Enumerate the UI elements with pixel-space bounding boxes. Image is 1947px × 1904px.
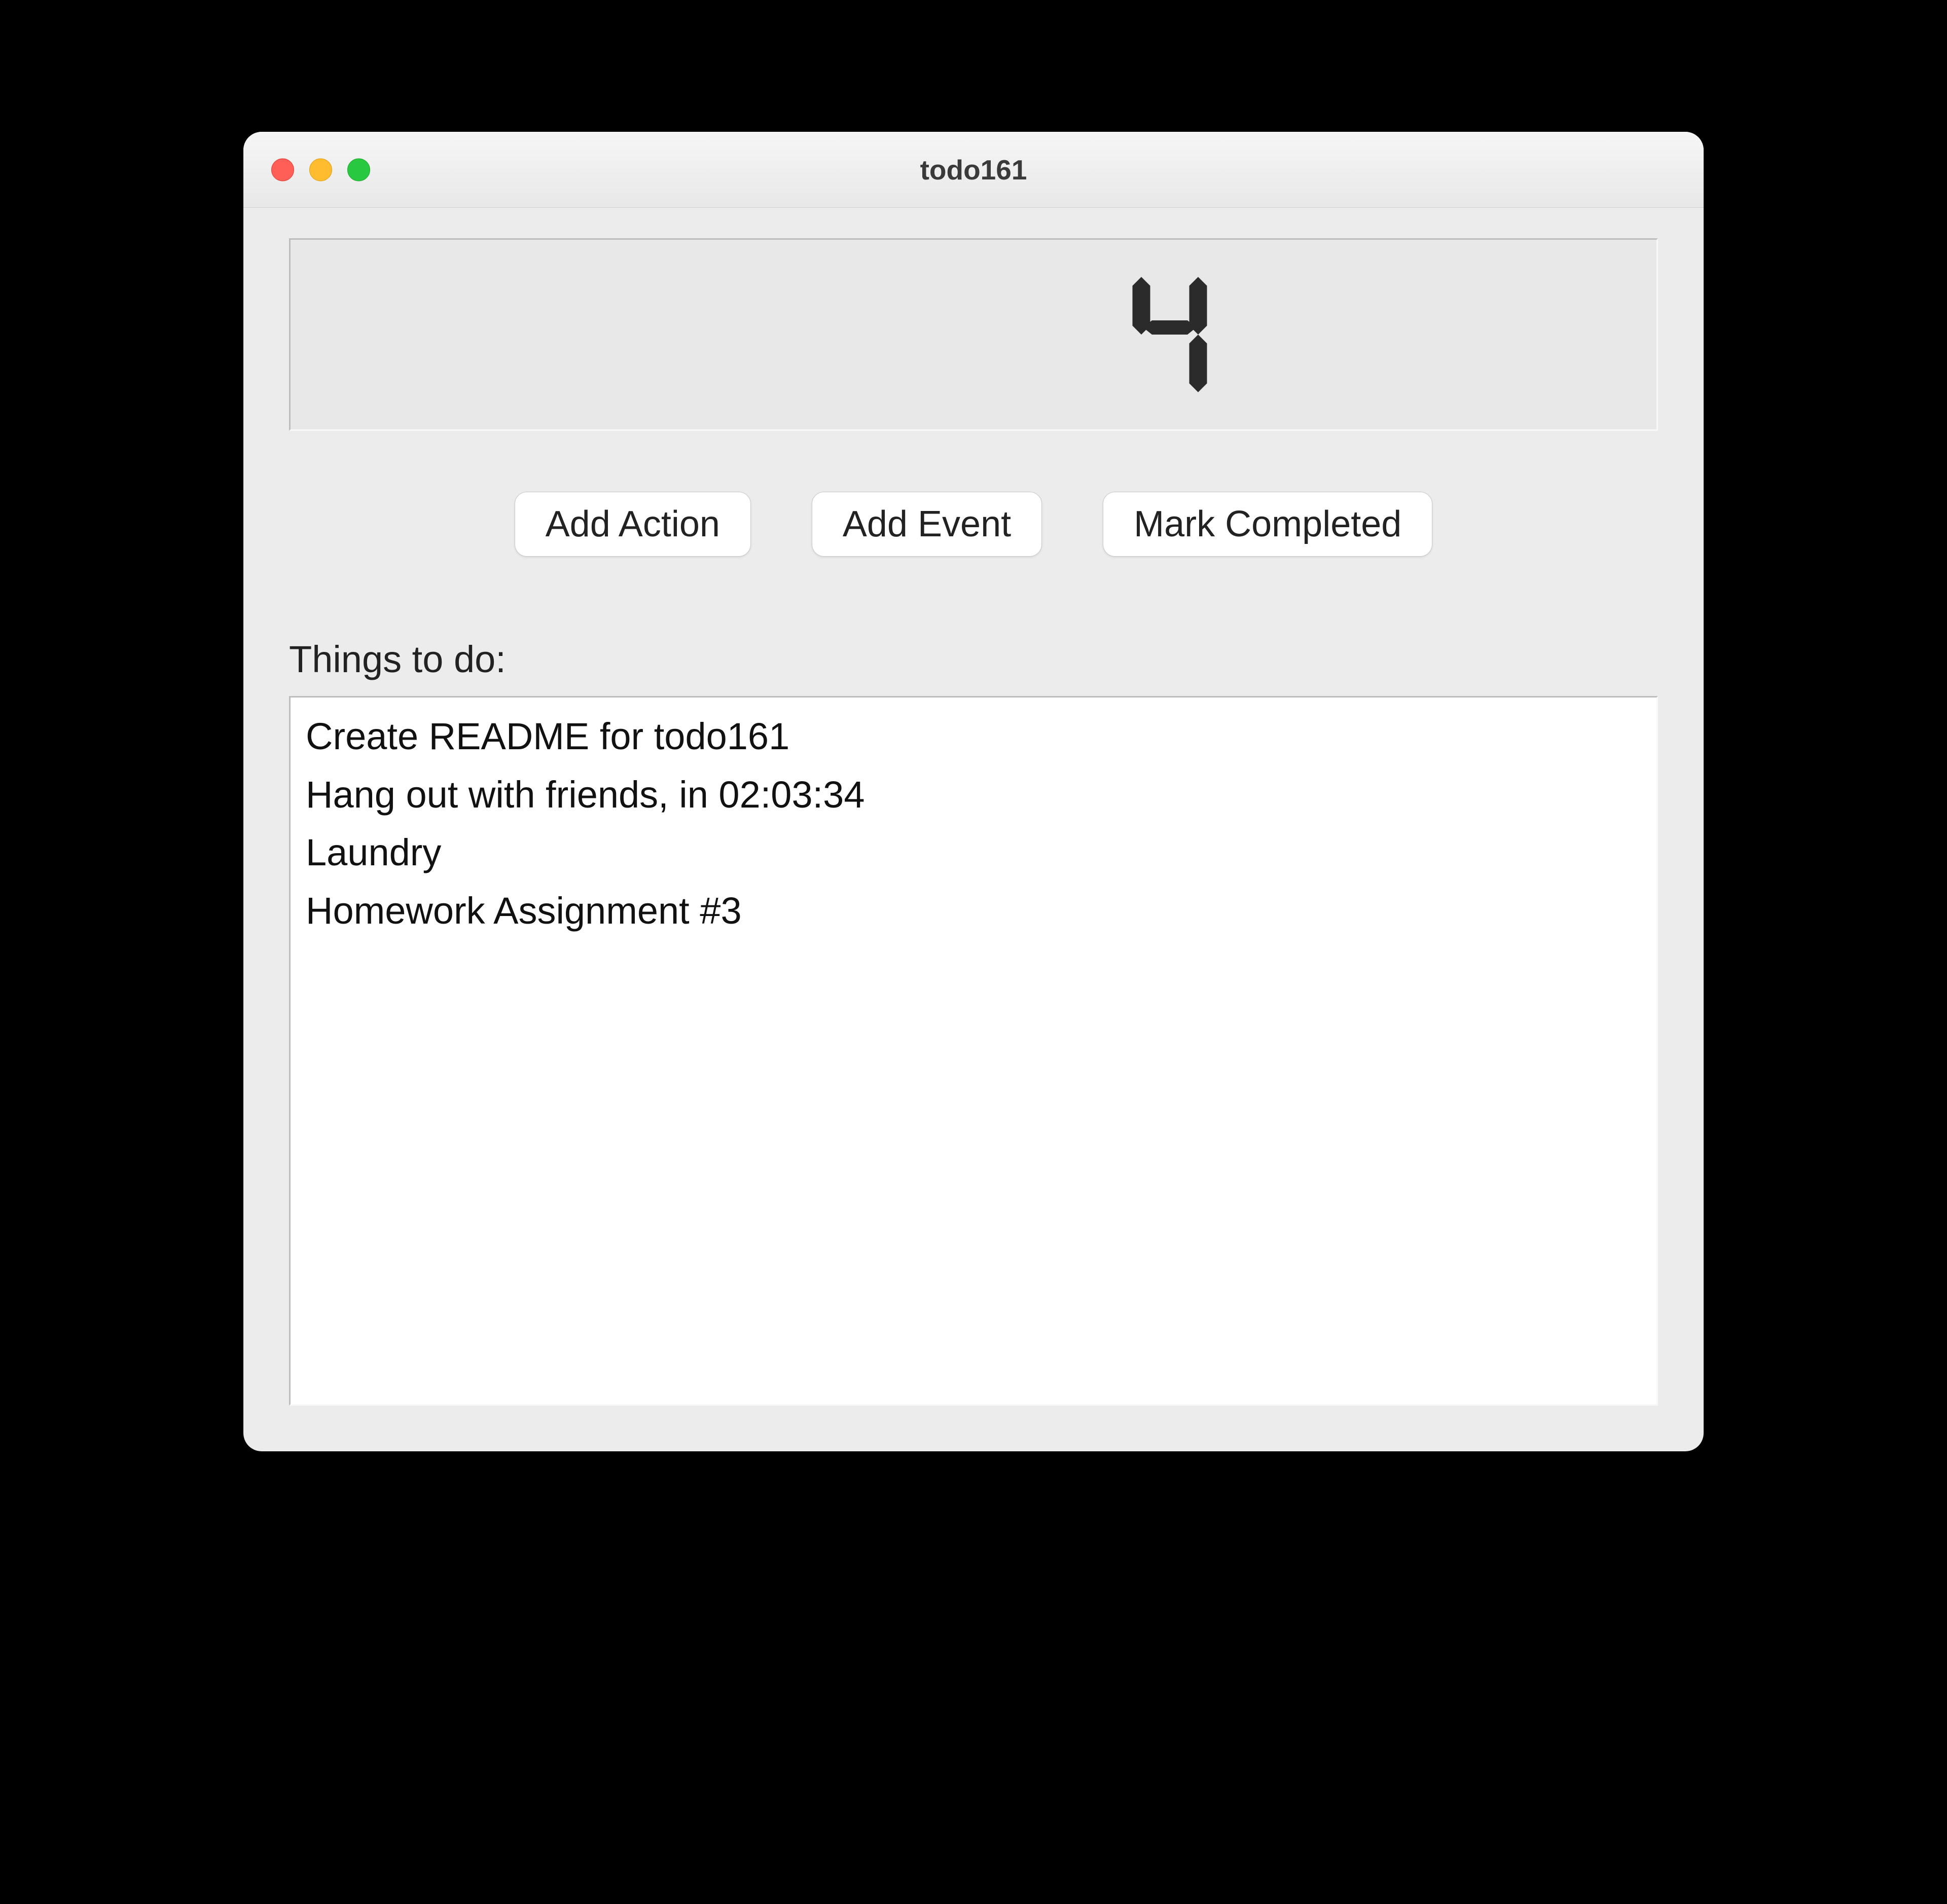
minimize-icon[interactable] xyxy=(309,158,332,181)
counter-display xyxy=(289,238,1658,431)
add-action-button[interactable]: Add Action xyxy=(515,492,751,557)
section-heading: Things to do: xyxy=(289,638,1658,681)
window-title: todo161 xyxy=(920,154,1027,186)
button-row: Add Action Add Event Mark Completed xyxy=(289,492,1658,557)
app-window: todo161 Add Action Add Event Mark Comple… xyxy=(243,132,1704,1451)
list-item[interactable]: Create README for todo161 xyxy=(306,708,1641,766)
titlebar[interactable]: todo161 xyxy=(243,132,1704,208)
todo-list[interactable]: Create README for todo161 Hang out with … xyxy=(289,696,1658,1406)
list-item[interactable]: Hang out with friends, in 02:03:34 xyxy=(306,766,1641,824)
window-content: Add Action Add Event Mark Completed Thin… xyxy=(243,208,1704,1451)
close-icon[interactable] xyxy=(271,158,294,181)
lcd-digit-icon xyxy=(1124,264,1215,406)
list-item[interactable]: Homework Assignment #3 xyxy=(306,882,1641,940)
add-event-button[interactable]: Add Event xyxy=(812,492,1042,557)
mark-completed-button[interactable]: Mark Completed xyxy=(1103,492,1432,557)
list-item[interactable]: Laundry xyxy=(306,824,1641,882)
traffic-lights xyxy=(271,158,370,181)
maximize-icon[interactable] xyxy=(347,158,370,181)
